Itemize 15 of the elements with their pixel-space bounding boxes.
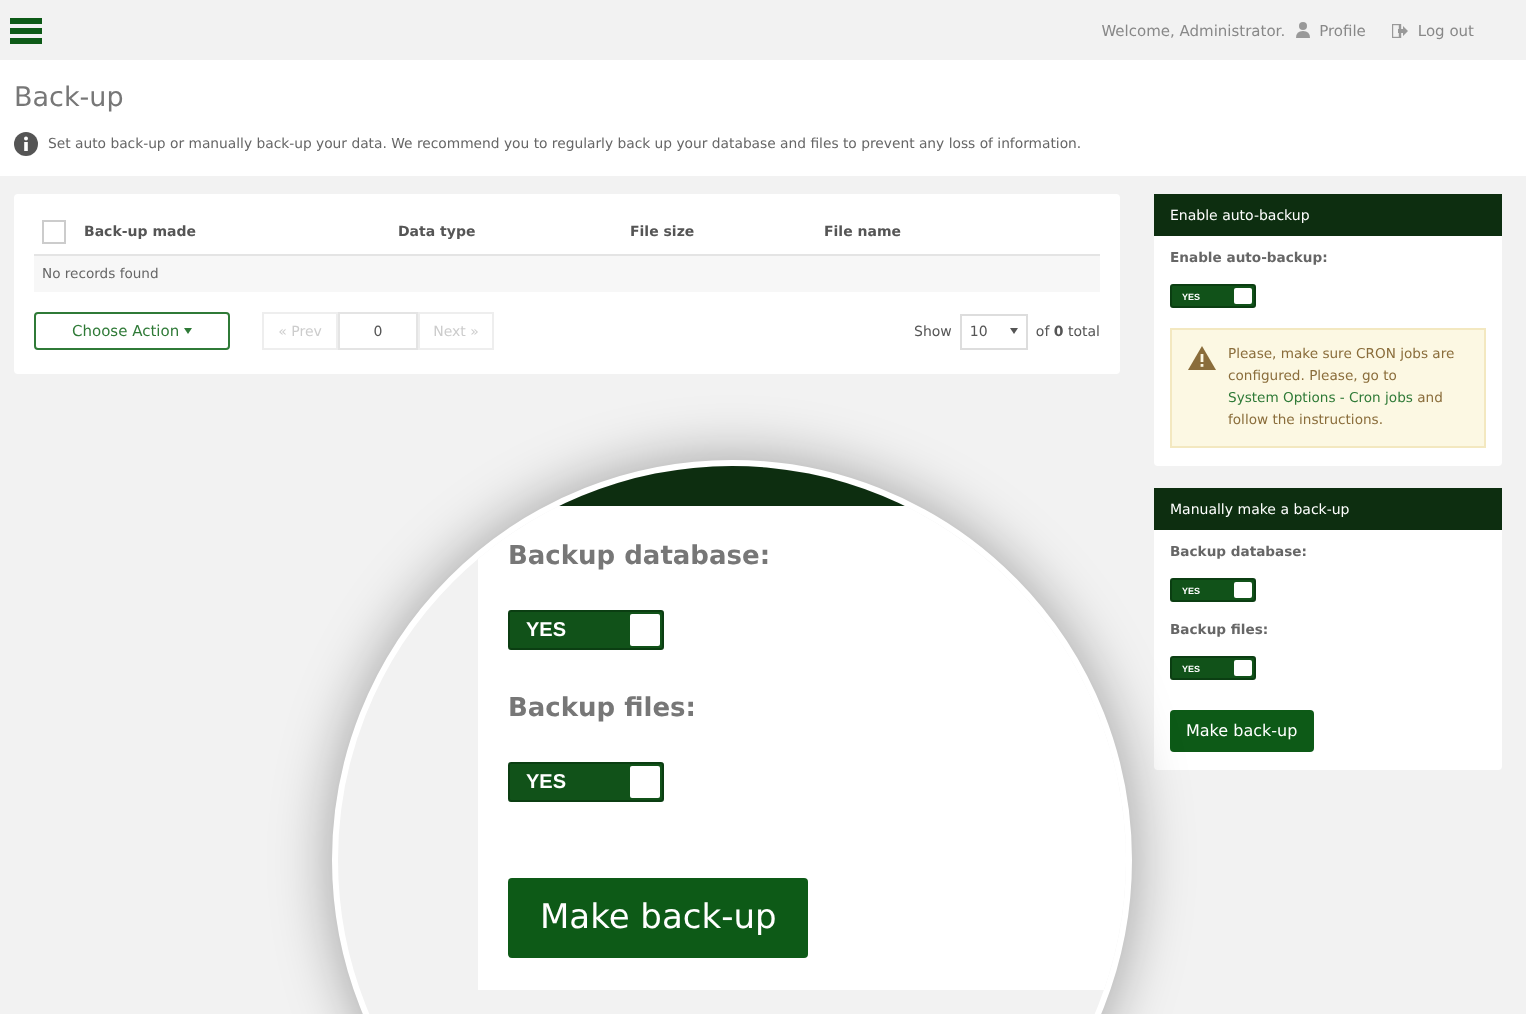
logout-icon — [1391, 23, 1408, 37]
make-backup-button[interactable]: Make back-up — [1170, 710, 1314, 752]
user-icon — [1295, 22, 1310, 38]
info-icon — [14, 132, 38, 156]
field-label: Backup files: — [508, 694, 698, 724]
caret-icon — [183, 328, 192, 335]
caret-icon — [1009, 328, 1018, 334]
toggle-switch[interactable]: YES — [508, 610, 664, 650]
field-label: Backup database: — [508, 542, 773, 572]
warning-icon — [1188, 346, 1216, 370]
select-all-checkbox[interactable] — [42, 220, 66, 244]
toggle-switch[interactable]: YES — [508, 762, 664, 802]
make-backup-button[interactable]: Make back-up — [508, 878, 809, 958]
menu-icon[interactable] — [10, 17, 42, 43]
page-title: Back-up — [14, 80, 126, 114]
